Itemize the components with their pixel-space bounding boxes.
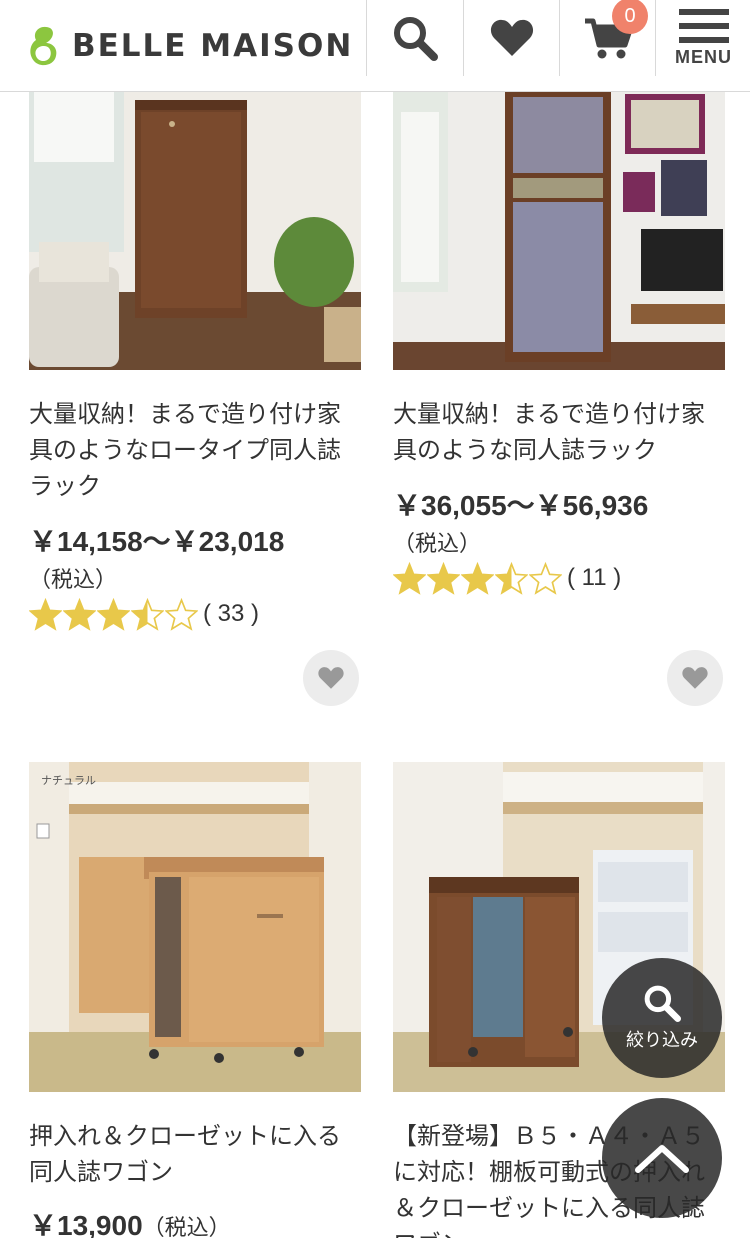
photo-caption: ナチュラル [41, 774, 96, 787]
review-count[interactable]: ( 11 ) [567, 564, 621, 592]
heart-icon [682, 667, 708, 689]
star-icon [131, 597, 164, 631]
search-icon [644, 985, 681, 1022]
favorites-button[interactable] [463, 0, 559, 76]
star-icon [29, 597, 62, 631]
price-amount: ￥36,055～￥56,936 [393, 490, 649, 521]
product-title[interactable]: 押入れ＆クローゼットに入る同人誌ワゴン [29, 1118, 349, 1190]
star-rating [393, 561, 563, 595]
hamburger-icon [678, 8, 729, 43]
heart-icon [490, 19, 533, 56]
site-header: BELLE MAISON 0 MENU [0, 0, 750, 92]
scroll-to-top-button[interactable] [602, 1098, 722, 1218]
star-icon [393, 561, 426, 595]
brand-name: BELLE MAISON [72, 28, 354, 64]
price-tax-label: （税込） [29, 568, 118, 593]
filter-button[interactable]: 絞り込み [602, 958, 722, 1078]
star-rating [29, 597, 199, 631]
menu-label: MENU [675, 46, 732, 67]
heart-icon [318, 667, 344, 689]
product-title[interactable]: 大量収納！まるで造り付け家具のようなロータイプ同人誌ラック [29, 396, 349, 504]
brand-logo[interactable]: BELLE MAISON [28, 16, 353, 76]
filter-label: 絞り込み [626, 1030, 698, 1051]
product-image [393, 92, 725, 370]
product-price: ￥13,900（税込） [29, 1208, 369, 1238]
price-amount: ￥13,900 [29, 1210, 143, 1238]
search-icon [393, 17, 438, 61]
price-tax-label: （税込） [142, 1216, 231, 1238]
product-photo[interactable]: ナチュラル [29, 762, 361, 1092]
favorite-toggle-button[interactable] [667, 650, 723, 706]
star-icon [63, 597, 96, 631]
search-button[interactable] [366, 0, 462, 76]
star-icon [97, 597, 130, 631]
star-icon [427, 561, 460, 595]
chevron-up-icon [635, 1145, 689, 1173]
product-price: ￥14,158～￥23,018 （税込） [29, 524, 369, 599]
star-icon [165, 597, 198, 631]
star-icon [529, 561, 562, 595]
product-photo[interactable] [393, 92, 725, 370]
cart-count-badge: 0 [612, 0, 648, 34]
product-image [29, 92, 361, 370]
price-amount: ￥14,158～￥23,018 [29, 526, 285, 557]
review-count[interactable]: ( 33 ) [203, 600, 259, 628]
star-icon [495, 561, 528, 595]
product-rating: ( 33 ) [29, 596, 259, 632]
cart-button[interactable]: 0 [559, 0, 655, 76]
product-title[interactable]: 大量収納！まるで造り付け家具のような同人誌ラック [393, 396, 725, 468]
product-photo[interactable] [29, 92, 361, 370]
logo-mark-icon [30, 26, 57, 66]
product-image [29, 762, 361, 1092]
star-icon [461, 561, 494, 595]
menu-button[interactable]: MENU [655, 0, 750, 76]
price-tax-label: （税込） [393, 532, 482, 557]
product-price: ￥36,055～￥56,936 （税込） [393, 488, 733, 563]
product-rating: ( 11 ) [393, 560, 621, 596]
favorite-toggle-button[interactable] [303, 650, 359, 706]
